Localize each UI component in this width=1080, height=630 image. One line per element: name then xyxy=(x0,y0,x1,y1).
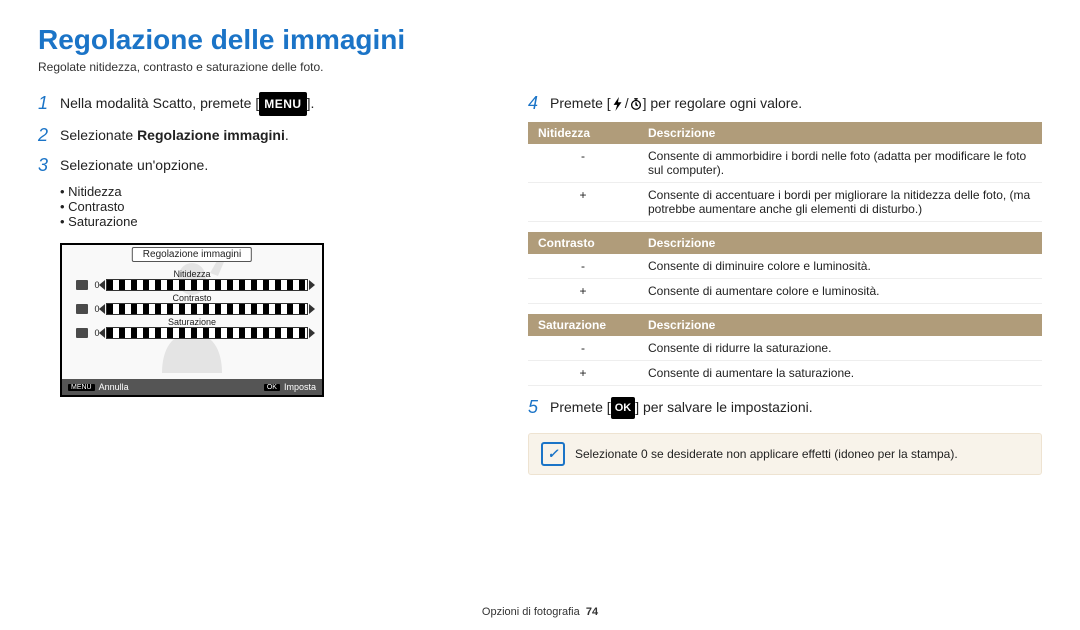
table-row: +Consente di aumentare la saturazione. xyxy=(528,361,1042,386)
page-footer: Opzioni di fotografia 74 xyxy=(0,606,1080,618)
step-number: 4 xyxy=(528,92,550,114)
table-row: +Consente di accentuare i bordi per migl… xyxy=(528,183,1042,222)
table-row: -Consente di ammorbidire i bordi nelle f… xyxy=(528,144,1042,183)
ok-badge-icon: OK xyxy=(611,397,636,419)
table-header: Descrizione xyxy=(638,122,1042,144)
step-number: 5 xyxy=(528,396,550,418)
table-row: -Consente di ridurre la saturazione. xyxy=(528,336,1042,361)
lcd-title: Regolazione immagini xyxy=(132,247,252,262)
note-callout: ✓ Selezionate 0 se desiderate non applic… xyxy=(528,433,1042,475)
step-text: Selezionate un'opzione. xyxy=(60,154,208,176)
step-number: 3 xyxy=(38,154,60,176)
table-cell: Consente di accentuare i bordi per migli… xyxy=(638,183,1042,222)
ok-badge-icon: OK xyxy=(264,384,280,391)
table-row: -Consente di diminuire colore e luminosi… xyxy=(528,254,1042,279)
right-column: 4 Premete [/] per regolare ogni valore. … xyxy=(528,92,1042,475)
lcd-footer-right: Imposta xyxy=(284,382,316,392)
step-text: . xyxy=(285,127,289,143)
table-symbol: - xyxy=(528,144,638,183)
slider-row: 0 xyxy=(76,279,308,291)
table-symbol: + xyxy=(528,183,638,222)
table-header: Descrizione xyxy=(638,314,1042,336)
list-item: Saturazione xyxy=(60,214,468,229)
lcd-footer: MENU Annulla OK Imposta xyxy=(62,379,322,395)
page-title: Regolazione delle immagini xyxy=(38,24,1042,56)
list-item: Contrasto xyxy=(60,199,468,214)
step-text: Premete [ xyxy=(550,95,611,111)
footer-section: Opzioni di fotografia xyxy=(482,606,580,618)
table-cell: Consente di ridurre la saturazione. xyxy=(638,336,1042,361)
table-header: Contrasto xyxy=(528,232,638,254)
table-header: Saturazione xyxy=(528,314,638,336)
table-symbol: - xyxy=(528,254,638,279)
step-2: 2 Selezionate Regolazione immagini. xyxy=(38,124,468,146)
step-bold: Regolazione immagini xyxy=(137,127,285,143)
slider-row: 0 xyxy=(76,303,308,315)
sharpness-icon xyxy=(76,280,88,290)
step-text: Selezionate xyxy=(60,127,137,143)
slider-bar xyxy=(106,327,308,339)
table-cell: Consente di diminuire colore e luminosit… xyxy=(638,254,1042,279)
left-column: 1 Nella modalità Scatto, premete [MENU].… xyxy=(38,92,468,475)
slider-label: Nitidezza xyxy=(76,269,308,279)
table-header: Descrizione xyxy=(638,232,1042,254)
note-icon: ✓ xyxy=(541,442,565,466)
menu-badge-icon: MENU xyxy=(68,384,95,391)
lcd-sliders: Nitidezza 0 Contrasto 0 Saturazione 0 xyxy=(76,269,308,341)
page-subtitle: Regolate nitidezza, contrasto e saturazi… xyxy=(38,60,1042,74)
slider-row: 0 xyxy=(76,327,308,339)
step-number: 2 xyxy=(38,124,60,146)
step-text: ] per regolare ogni valore. xyxy=(643,95,803,111)
slider-bar xyxy=(106,303,308,315)
slider-label: Contrasto xyxy=(76,293,308,303)
table-cell: Consente di aumentare colore e luminosit… xyxy=(638,279,1042,304)
timer-icon xyxy=(629,97,643,111)
table-nitidezza: NitidezzaDescrizione -Consente di ammorb… xyxy=(528,122,1042,222)
step-4: 4 Premete [/] per regolare ogni valore. xyxy=(528,92,1042,114)
list-item: Nitidezza xyxy=(60,184,468,199)
camera-lcd-preview: Regolazione immagini Nitidezza 0 Contras… xyxy=(60,243,324,397)
table-symbol: + xyxy=(528,361,638,386)
flash-icon xyxy=(611,97,625,111)
slider-label: Saturazione xyxy=(76,317,308,327)
step-number: 1 xyxy=(38,92,60,114)
table-row: +Consente di aumentare colore e luminosi… xyxy=(528,279,1042,304)
footer-page: 74 xyxy=(586,606,598,618)
option-list: Nitidezza Contrasto Saturazione xyxy=(38,184,468,229)
table-cell: Consente di aumentare la saturazione. xyxy=(638,361,1042,386)
note-text: Selezionate 0 se desiderate non applicar… xyxy=(575,447,958,461)
menu-badge-icon: MENU xyxy=(259,92,306,116)
table-symbol: + xyxy=(528,279,638,304)
table-saturazione: SaturazioneDescrizione -Consente di ridu… xyxy=(528,314,1042,386)
table-symbol: - xyxy=(528,336,638,361)
contrast-icon xyxy=(76,304,88,314)
step-5: 5 Premete [OK] per salvare le impostazio… xyxy=(528,396,1042,419)
lcd-footer-left: Annulla xyxy=(99,382,129,392)
step-text: ] per salvare le impostazioni. xyxy=(635,399,812,415)
table-header: Nitidezza xyxy=(528,122,638,144)
table-cell: Consente di ammorbidire i bordi nelle fo… xyxy=(638,144,1042,183)
slider-bar xyxy=(106,279,308,291)
step-1: 1 Nella modalità Scatto, premete [MENU]. xyxy=(38,92,468,116)
step-text: ]. xyxy=(307,95,315,111)
saturation-icon xyxy=(76,328,88,338)
step-text: Premete [ xyxy=(550,399,611,415)
table-contrasto: ContrastoDescrizione -Consente di diminu… xyxy=(528,232,1042,304)
step-3: 3 Selezionate un'opzione. xyxy=(38,154,468,176)
step-text: Nella modalità Scatto, premete [ xyxy=(60,95,259,111)
